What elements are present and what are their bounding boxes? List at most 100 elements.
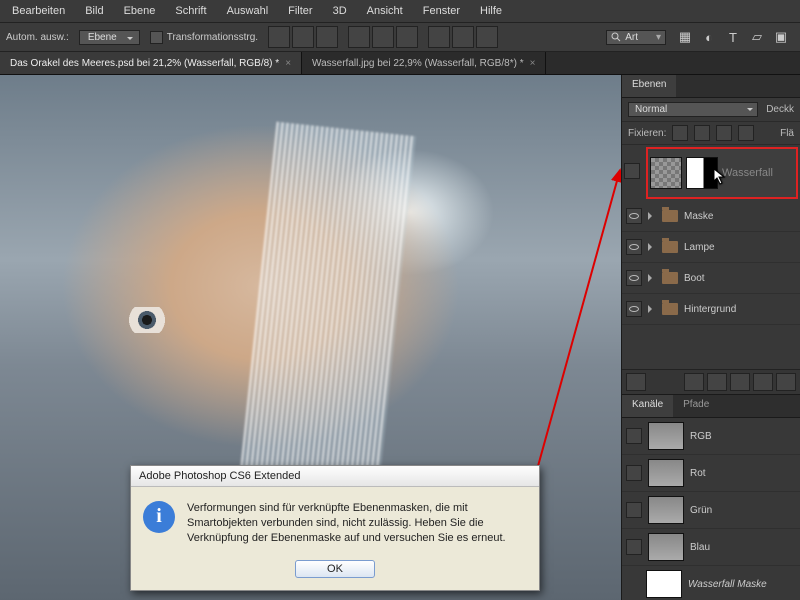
new-group-icon[interactable]	[730, 373, 750, 391]
smart-filter-icon[interactable]: ▣	[772, 28, 790, 46]
checkbox-icon	[150, 31, 163, 44]
options-bar: Autom. ausw.: Ebene Transformationsstrg.…	[0, 22, 800, 52]
close-icon[interactable]: ×	[285, 58, 291, 69]
channel-label: Wasserfall Maske	[688, 579, 767, 590]
lock-position-icon[interactable]	[716, 125, 732, 141]
channel-label: Blau	[690, 542, 710, 553]
visibility-toggle[interactable]	[626, 428, 642, 444]
channels-panel: Kanäle Pfade RGB Rot Grün Blau	[622, 394, 800, 600]
ok-button[interactable]: OK	[295, 560, 375, 578]
tab-paths[interactable]: Pfade	[673, 395, 719, 417]
menu-edit[interactable]: Bearbeiten	[4, 3, 73, 19]
channel-thumbnail	[648, 533, 684, 561]
menu-type[interactable]: Schrift	[167, 3, 214, 19]
layer-mask-thumbnail[interactable]	[686, 157, 718, 189]
image-detail	[118, 307, 176, 333]
expand-arrow-icon[interactable]	[648, 274, 656, 282]
visibility-toggle[interactable]	[626, 270, 642, 286]
align-right-icon[interactable]	[396, 26, 418, 48]
layer-thumbnail[interactable]	[650, 157, 682, 189]
channel-blue[interactable]: Blau	[622, 529, 800, 566]
layer-mask-icon[interactable]	[707, 373, 727, 391]
channel-red[interactable]: Rot	[622, 455, 800, 492]
distribute-1-icon[interactable]	[428, 26, 450, 48]
expand-arrow-icon[interactable]	[648, 305, 656, 313]
channel-thumbnail	[648, 496, 684, 524]
close-icon[interactable]: ×	[530, 58, 536, 69]
menu-window[interactable]: Fenster	[415, 3, 468, 19]
layer-group-boot[interactable]: Boot	[622, 263, 800, 294]
fill-label: Flä	[780, 128, 794, 139]
image-filter-icon[interactable]: ▦	[676, 28, 694, 46]
visibility-toggle[interactable]	[624, 163, 640, 179]
align-left-icon[interactable]	[348, 26, 370, 48]
visibility-toggle[interactable]	[626, 465, 642, 481]
distribute-2-icon[interactable]	[452, 26, 474, 48]
lock-pixels-icon[interactable]	[694, 125, 710, 141]
tab-channels[interactable]: Kanäle	[622, 395, 673, 417]
layers-list: Wasserfall Maske Lampe Boot	[622, 145, 800, 325]
lock-transparency-icon[interactable]	[672, 125, 688, 141]
align-group-1	[268, 26, 338, 48]
layer-name: Wasserfall	[722, 167, 773, 179]
menu-help[interactable]: Hilfe	[472, 3, 510, 19]
channel-green[interactable]: Grün	[622, 492, 800, 529]
layer-filter-search[interactable]: Art ▾	[606, 30, 666, 45]
menu-select[interactable]: Auswahl	[219, 3, 277, 19]
visibility-toggle[interactable]	[626, 301, 642, 317]
visibility-toggle[interactable]	[626, 239, 642, 255]
lock-all-icon[interactable]	[738, 125, 754, 141]
tab-layers[interactable]: Ebenen	[622, 75, 676, 97]
document-tab-1[interactable]: Das Orakel des Meeres.psd bei 21,2% (Was…	[0, 52, 302, 74]
blend-mode-dropdown[interactable]: Normal	[628, 102, 758, 117]
layer-style-icon[interactable]	[684, 373, 704, 391]
right-tool-icons: ▦ ◐ T ▱ ▣	[676, 28, 794, 46]
menu-view[interactable]: Ansicht	[359, 3, 411, 19]
layer-filter-label: Art	[625, 32, 638, 43]
layer-group-lampe[interactable]: Lampe	[622, 232, 800, 263]
autoselect-label: Autom. ausw.:	[6, 32, 69, 43]
new-layer-icon[interactable]	[753, 373, 773, 391]
layers-panel-tabs: Ebenen	[622, 75, 800, 98]
visibility-toggle[interactable]	[626, 208, 642, 224]
shape-filter-icon[interactable]: ▱	[748, 28, 766, 46]
align-group-2	[348, 26, 418, 48]
menu-layer[interactable]: Ebene	[116, 3, 164, 19]
align-top-icon[interactable]	[268, 26, 290, 48]
align-hcenter-icon[interactable]	[372, 26, 394, 48]
visibility-toggle[interactable]	[626, 539, 642, 555]
layer-group-hintergrund[interactable]: Hintergrund	[622, 294, 800, 325]
adjust-filter-icon[interactable]: ◐	[700, 28, 718, 46]
align-vcenter-icon[interactable]	[292, 26, 314, 48]
chevron-down-icon: ▾	[656, 32, 661, 43]
link-layers-icon[interactable]	[626, 373, 646, 391]
expand-arrow-icon[interactable]	[648, 212, 656, 220]
delete-layer-icon[interactable]	[776, 373, 796, 391]
channel-rgb[interactable]: RGB	[622, 418, 800, 455]
menu-filter[interactable]: Filter	[280, 3, 320, 19]
align-bottom-icon[interactable]	[316, 26, 338, 48]
menu-3d[interactable]: 3D	[325, 3, 355, 19]
visibility-toggle[interactable]	[626, 502, 642, 518]
transform-controls-label: Transformationsstrg.	[167, 32, 258, 43]
menu-image[interactable]: Bild	[77, 3, 111, 19]
layer-group-label: Boot	[684, 273, 705, 284]
document-tabs: Das Orakel des Meeres.psd bei 21,2% (Was…	[0, 52, 800, 75]
transform-controls-checkbox[interactable]: Transformationsstrg.	[150, 31, 258, 44]
channel-wasserfall-maske[interactable]: Wasserfall Maske	[622, 566, 800, 600]
dialog-title: Adobe Photoshop CS6 Extended	[131, 466, 539, 487]
document-tab-1-label: Das Orakel des Meeres.psd bei 21,2% (Was…	[10, 58, 279, 69]
channel-thumbnail	[648, 422, 684, 450]
distribute-3-icon[interactable]	[476, 26, 498, 48]
canvas[interactable]: Adobe Photoshop CS6 Extended Verformunge…	[0, 75, 621, 600]
distribute-group	[428, 26, 498, 48]
lock-label: Fixieren:	[628, 128, 666, 139]
autoselect-dropdown[interactable]: Ebene	[79, 30, 140, 45]
layer-group-maske[interactable]: Maske	[622, 201, 800, 232]
expand-arrow-icon[interactable]	[648, 243, 656, 251]
folder-icon	[662, 210, 678, 222]
info-icon	[143, 501, 175, 533]
layer-wasserfall[interactable]: Wasserfall	[646, 147, 798, 199]
type-filter-icon[interactable]: T	[724, 28, 742, 46]
document-tab-2[interactable]: Wasserfall.jpg bei 22,9% (Wasserfall, RG…	[302, 52, 546, 74]
